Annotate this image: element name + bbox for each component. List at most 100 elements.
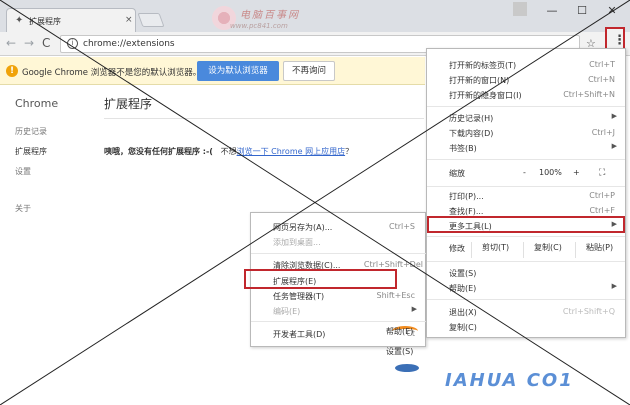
zoom-out-button[interactable]: -: [523, 168, 526, 177]
zoom-in-button[interactable]: +: [573, 168, 580, 177]
webstore-link[interactable]: 浏览一下 Chrome 网上应用店: [237, 147, 345, 156]
tab-close-icon[interactable]: ×: [125, 15, 133, 25]
copy-bottom-label: 复制(C): [449, 323, 477, 332]
screenshot-root: ✦ 扩展程序 × 电脑百事网 www.pc841.com — ☐ ✕ ← → C…: [0, 0, 630, 405]
paste-button[interactable]: 粘贴(P): [575, 242, 613, 258]
kebab-menu-icon: ⋮: [613, 33, 626, 48]
separator: [251, 253, 449, 254]
more-tools-highlight: [427, 216, 625, 233]
clear-data-shortcut: Ctrl+Shift+Del: [363, 260, 423, 269]
print-shortcut: Ctrl+P: [589, 191, 615, 200]
tab-extensions[interactable]: ✦ 扩展程序 ×: [6, 8, 136, 32]
separator: [251, 321, 449, 322]
new-window-label: 打开新的窗口(N): [449, 76, 510, 85]
set-default-button[interactable]: 设为默认浏览器: [197, 61, 279, 81]
menu-item-task-manager[interactable]: 任务管理器(T) Shift+Esc: [251, 288, 425, 303]
new-tab-label: 打开新的标签页(T): [449, 61, 517, 70]
zoom-value: 100%: [539, 168, 562, 177]
settings-fragment: 设置(S): [386, 347, 414, 356]
task-manager-shortcut: Shift+Esc: [376, 291, 415, 300]
watermark-logo: 电脑百事网 www.pc841.com: [210, 4, 340, 34]
menu-item-print[interactable]: 打印(P)... Ctrl+P: [427, 188, 625, 203]
warning-icon: !: [6, 65, 18, 77]
sidebar-title: Chrome: [15, 97, 59, 110]
address-url[interactable]: chrome://extensions: [83, 39, 175, 49]
reload-icon[interactable]: C: [42, 36, 50, 50]
maximize-button[interactable]: ☐: [570, 4, 594, 17]
watermark-url: www.pc841.com: [230, 22, 288, 30]
menu-item-add-desktop[interactable]: 添加到桌面...: [251, 234, 425, 249]
separator: [427, 106, 625, 107]
menu-item-history[interactable]: 历史记录(H) ▶: [427, 110, 625, 125]
menu-item-downloads[interactable]: 下载内容(D) Ctrl+J: [427, 125, 625, 140]
never-ask-button[interactable]: 不再询问: [283, 61, 335, 81]
separator: [427, 159, 625, 160]
menu-item-save-as[interactable]: 网页另存为(A)... Ctrl+S: [251, 219, 425, 234]
sidebar-item-about[interactable]: 关于: [15, 203, 31, 214]
sidebar-item-extensions[interactable]: 扩展程序: [15, 146, 47, 157]
tab-title: 扩展程序: [29, 17, 61, 26]
zoom-label: 缩放: [449, 169, 465, 178]
bottom-brand-text: IAHUA CO1: [445, 370, 574, 391]
empty-bold: 咦哦，您没有任何扩展程序 :-(: [104, 147, 213, 156]
copy-button[interactable]: 复制(C): [523, 242, 562, 258]
fullscreen-icon[interactable]: ⛶: [599, 168, 605, 178]
menu-item-exit[interactable]: 退出(X) Ctrl+Shift+Q: [427, 304, 625, 319]
blue-decoration: [395, 364, 419, 372]
cut-button[interactable]: 剪切(T): [471, 242, 509, 258]
menu-item-settings[interactable]: 设置(S): [427, 265, 625, 280]
save-as-shortcut: Ctrl+S: [388, 222, 415, 231]
title-bar: ✦ 扩展程序 × 电脑百事网 www.pc841.com — ☐ ✕: [0, 0, 630, 32]
empty-suffix: ？: [345, 147, 354, 156]
zoom-row: 缩放 - 100% + ⛶: [427, 165, 625, 183]
downloads-shortcut: Ctrl+J: [591, 128, 615, 137]
default-browser-infobar: ! Google Chrome 浏览器不是您的默认浏览器。 设为默认浏览器 不再…: [0, 57, 425, 85]
task-manager-label: 任务管理器(T): [273, 292, 325, 301]
chrome-main-menu: 打开新的标签页(T) Ctrl+T 打开新的窗口(N) Ctrl+N 打开新的隐…: [426, 48, 626, 338]
menu-item-incognito[interactable]: 打开新的隐身窗口(I) Ctrl+Shift+N: [427, 87, 625, 102]
new-tab-button[interactable]: [137, 13, 165, 27]
help-label: 帮助(E): [449, 284, 477, 293]
forward-icon[interactable]: →: [24, 36, 34, 50]
separator: [427, 236, 625, 237]
infobar-message: Google Chrome 浏览器不是您的默认浏览器。: [22, 68, 202, 78]
empty-extensions-message: 咦哦，您没有任何扩展程序 :-( 不想浏览一下 Chrome 网上应用店？: [104, 146, 353, 157]
downloads-label: 下载内容(D): [449, 129, 494, 138]
incognito-label: 打开新的隐身窗口(I): [449, 91, 522, 100]
dev-tools-label: 开发者工具(D): [273, 330, 326, 339]
menu-item-help[interactable]: 帮助(E) ▶: [427, 280, 625, 295]
chevron-right-icon: ▶: [611, 142, 617, 150]
history-label: 历史记录(H): [449, 114, 494, 123]
separator: [427, 299, 625, 300]
separator: [427, 261, 625, 262]
extensions-highlight: [244, 269, 397, 289]
sidebar-item-settings[interactable]: 设置: [15, 166, 31, 177]
new-tab-shortcut: Ctrl+T: [589, 60, 615, 69]
exit-shortcut: Ctrl+Shift+Q: [562, 307, 615, 316]
add-desktop-label: 添加到桌面...: [273, 238, 321, 247]
info-icon[interactable]: i: [67, 38, 78, 49]
save-as-label: 网页另存为(A)...: [273, 223, 333, 232]
menu-item-new-tab[interactable]: 打开新的标签页(T) Ctrl+T: [427, 57, 625, 72]
title-divider: [104, 118, 424, 119]
menu-item-copy-bottom[interactable]: 复制(C): [427, 319, 625, 334]
incognito-shortcut: Ctrl+Shift+N: [563, 90, 615, 99]
help-fragment: 帮助(E): [386, 327, 414, 336]
sidebar-item-history[interactable]: 历史记录: [15, 126, 47, 137]
empty-prefix: 不想: [220, 147, 237, 156]
minimize-button[interactable]: —: [540, 4, 564, 17]
print-label: 打印(P)...: [449, 192, 484, 201]
bookmarks-label: 书签(B): [449, 144, 477, 153]
menu-item-bookmarks[interactable]: 书签(B) ▶: [427, 140, 625, 155]
menu-item-encoding[interactable]: 编码(E) ▶: [251, 303, 425, 318]
chevron-right-icon: ▶: [411, 305, 417, 313]
menu-item-new-window[interactable]: 打开新的窗口(N) Ctrl+N: [427, 72, 625, 87]
profile-icon[interactable]: [513, 2, 527, 16]
settings-label: 设置(S): [449, 269, 477, 278]
back-icon[interactable]: ←: [6, 36, 16, 50]
puzzle-icon: ✦: [15, 15, 24, 26]
new-window-shortcut: Ctrl+N: [588, 75, 615, 84]
separator: [427, 186, 625, 187]
edit-label: 修改: [449, 244, 465, 253]
close-window-button[interactable]: ✕: [600, 4, 624, 17]
